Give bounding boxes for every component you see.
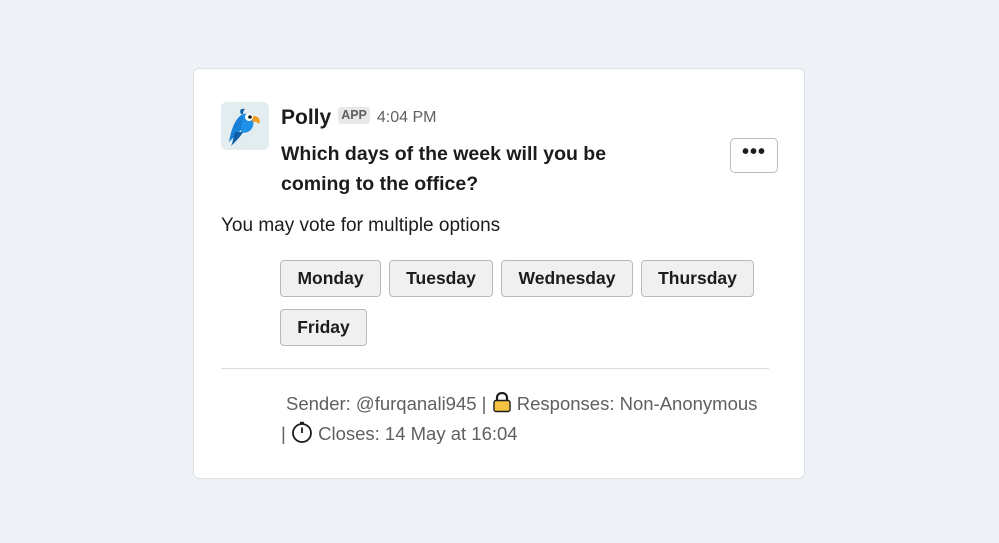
lock-icon <box>492 391 512 420</box>
sender-name[interactable]: Polly <box>281 106 331 130</box>
option-button-tuesday[interactable]: Tuesday <box>389 260 493 297</box>
option-button-wednesday[interactable]: Wednesday <box>501 260 633 297</box>
poll-message-card: Polly APP 4:04 PM Which days of the week… <box>193 68 805 479</box>
footer-sender: Sender: @furqanali945 | <box>286 393 487 414</box>
poll-question: Which days of the week will you be comin… <box>281 143 607 195</box>
more-icon: ••• <box>741 140 766 163</box>
app-badge: APP <box>338 106 370 124</box>
option-button-thursday[interactable]: Thursday <box>641 260 754 297</box>
message-timestamp[interactable]: 4:04 PM <box>377 109 437 127</box>
option-button-friday[interactable]: Friday <box>280 309 367 346</box>
divider <box>221 368 769 369</box>
footer-closes: Closes: 14 May at 16:04 <box>318 423 518 444</box>
footer-separator: | <box>281 423 286 444</box>
stopwatch-icon <box>291 421 313 450</box>
option-button-monday[interactable]: Monday <box>280 260 381 297</box>
message-header: Polly APP 4:04 PM <box>281 105 436 131</box>
footer-responses: Responses: Non-Anonymous <box>516 393 758 414</box>
more-actions-button[interactable]: ••• <box>730 138 778 173</box>
poll-footer: Sender: @furqanali945 | Responses: Non-A… <box>281 390 781 450</box>
polly-avatar-icon[interactable] <box>221 102 269 150</box>
poll-instructions: You may vote for multiple options <box>221 215 501 236</box>
